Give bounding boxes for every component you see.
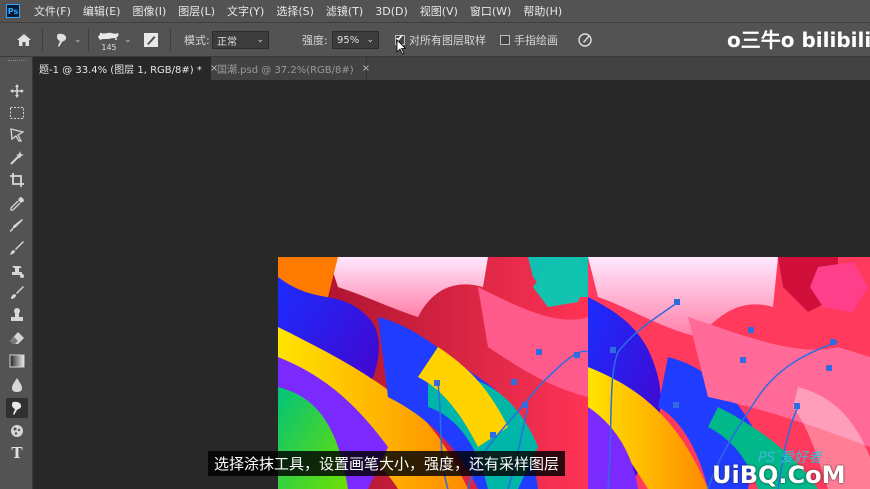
marquee-icon[interactable] [6,103,28,123]
menu-image[interactable]: 图像(I) [132,3,166,19]
options-separator [170,29,171,51]
smudge-icon[interactable] [6,398,28,418]
strength-value: 95% [337,34,360,46]
brush-preset-dropdown[interactable]: ⌄ [124,23,132,57]
brush-size-value: 145 [101,42,117,52]
dodge-icon[interactable] [6,421,28,441]
options-separator [88,29,89,51]
bilibili-watermark: o三牛o bilibili [727,28,870,52]
brush-tip-icon [98,32,119,40]
clone-stamp-icon[interactable] [6,261,28,281]
menu-file[interactable]: 文件(F) [34,3,71,19]
mode-value: 正常 [217,36,237,48]
menu-layer[interactable]: 图层(L) [178,3,215,19]
tab-document-guochao[interactable]: 国潮.psd @ 37.2%(RGB/8#) × [211,57,370,80]
photoshop-logo-icon: Ps [6,4,20,18]
menu-select[interactable]: 选择(S) [276,3,314,19]
stamp-icon[interactable] [6,305,28,325]
mode-label: 模式: [184,34,210,47]
close-icon[interactable]: × [362,63,370,74]
menu-help[interactable]: 帮助(H) [523,3,562,19]
sample-all-layers-label: 对所有图层取样 [409,34,486,47]
brush-settings-button[interactable] [143,23,159,57]
menu-edit[interactable]: 编辑(E) [83,3,121,19]
mode-select[interactable]: 正常 ⌄ [212,31,269,49]
gradient-icon[interactable] [6,351,28,371]
chevron-down-icon: ⌄ [256,35,264,45]
history-brush-icon[interactable] [6,283,28,303]
toolbar-grip[interactable] [8,60,26,63]
chevron-down-icon: ⌄ [124,35,132,45]
type-icon[interactable]: T [6,443,28,463]
chevron-down-icon: ⌄ [74,35,82,45]
menu-filter[interactable]: 滤镜(T) [326,3,363,19]
magic-wand-icon[interactable] [6,148,28,168]
menu-type[interactable]: 文字(Y) [227,3,264,19]
finger-paint-checkbox[interactable]: 手指绘画 [500,23,558,57]
blur-icon[interactable] [6,375,28,395]
site-watermark: PS 爱好者 UiBQ.CoM [700,445,870,489]
pressure-button[interactable] [577,23,593,57]
document-tab-bar: 题-1 @ 33.4% (图层 1, RGB/8#) * × 国潮.psd @ … [33,57,870,80]
home-button[interactable] [16,23,32,57]
pressure-pen-icon [578,33,592,47]
menu-bar: Ps 文件(F) 编辑(E) 图像(I) 图层(L) 文字(Y) 选择(S) 滤… [0,0,870,22]
home-icon [17,34,31,46]
menu-view[interactable]: 视图(V) [420,3,458,19]
brush-settings-icon [144,33,158,47]
tools-panel: T [0,57,33,489]
move-icon[interactable] [6,81,28,101]
eyedropper-icon[interactable] [6,194,28,214]
mouse-cursor-icon [396,39,406,55]
tab-document-1[interactable]: 题-1 @ 33.4% (图层 1, RGB/8#) * × [33,57,218,80]
strength-input[interactable]: 95% ⌄ [332,31,379,49]
video-subtitle: 选择涂抹工具，设置画笔大小，强度，还有采样图层 [208,451,566,476]
menu-3d[interactable]: 3D(D) [375,5,408,18]
tool-preset-picker[interactable]: ⌄ [54,23,82,57]
chevron-down-icon: ⌄ [366,35,374,45]
options-separator [42,29,43,51]
strength-label: 强度: [302,34,328,47]
lasso-icon[interactable] [6,125,28,145]
checkbox-unchecked-icon [500,35,510,45]
sample-all-layers-checkbox[interactable]: 对所有图层取样 [395,23,486,57]
brush-icon[interactable] [6,238,28,258]
eraser-icon[interactable] [6,328,28,348]
smudge-tool-icon [56,33,67,47]
brush-preset-picker[interactable]: 145 [96,23,122,57]
site-watermark-domain: UiBQ.CoM [712,461,846,489]
finger-paint-label: 手指绘画 [514,34,558,47]
tab-label: 国潮.psd @ 37.2%(RGB/8#) [217,65,354,76]
healing-brush-icon[interactable] [6,215,28,235]
tab-label: 题-1 @ 33.4% (图层 1, RGB/8#) * [39,65,202,76]
crop-icon[interactable] [6,170,28,190]
menu-window[interactable]: 窗口(W) [470,3,511,19]
